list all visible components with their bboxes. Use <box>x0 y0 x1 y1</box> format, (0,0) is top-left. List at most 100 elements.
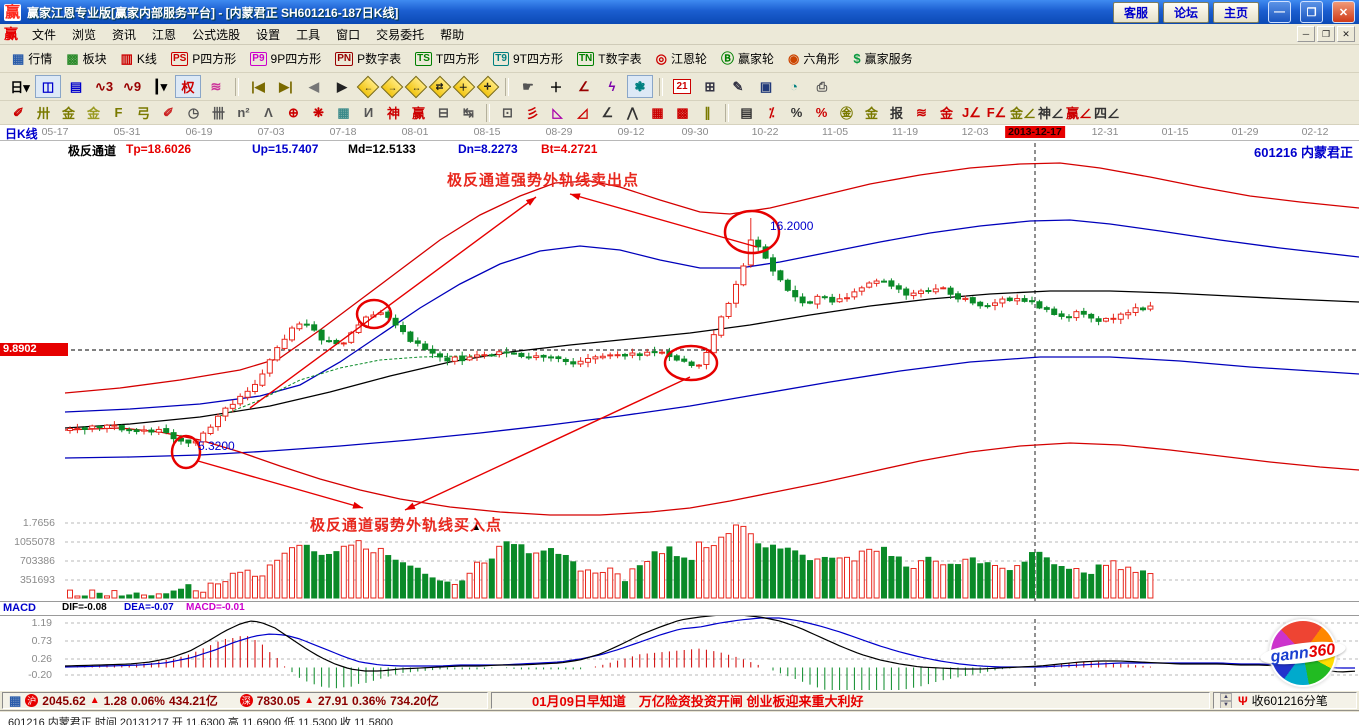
elliott-wave-tool[interactable]: И <box>357 103 380 122</box>
menu-item-帮助[interactable]: 帮助 <box>432 24 472 45</box>
f-angle-tool[interactable]: F∠ <box>985 103 1008 122</box>
drag-hand-button[interactable]: ☛ <box>515 75 541 98</box>
menu-item-公式选股[interactable]: 公式选股 <box>184 24 248 45</box>
web-clock-button[interactable]: ◔ <box>781 75 807 98</box>
ying-grid-tool[interactable]: 赢 <box>407 103 430 122</box>
period-label[interactable]: 日K线 <box>5 125 38 142</box>
grid-ruler-tool[interactable]: 卅 <box>32 103 55 122</box>
red-marker-tool[interactable]: ✐ <box>157 103 180 122</box>
full-view-diamond-button[interactable]: ✛ <box>477 75 500 98</box>
save-button[interactable]: ▣ <box>753 75 779 98</box>
angle-measure-button[interactable]: ∠ <box>571 75 597 98</box>
zoom-out-diamond-button[interactable]: ← <box>357 75 380 98</box>
span-measure-tool[interactable]: ↹ <box>457 103 480 122</box>
red-grid-tool[interactable]: ▦ <box>646 103 669 122</box>
menu-item-设置[interactable]: 设置 <box>248 24 288 45</box>
spiral-tool[interactable]: 弓 <box>132 103 155 122</box>
grid-net-tool[interactable]: ▦ <box>332 103 355 122</box>
print-button[interactable]: ⎙ <box>809 75 835 98</box>
calculator-button[interactable]: ⊞ <box>697 75 723 98</box>
crosshair-button[interactable]: ＋ <box>543 75 569 98</box>
t-number-button[interactable]: TNT数字表 <box>571 48 648 69</box>
compress-horizontal-diamond-button[interactable]: ⇄ <box>429 75 452 98</box>
child-close-button[interactable]: ✕ <box>1337 26 1355 42</box>
circle-cross-tool[interactable]: ⊕ <box>282 103 305 122</box>
first-bar-button[interactable]: |◀ <box>245 75 271 98</box>
parallel-lines-tool[interactable]: ∥ <box>696 103 719 122</box>
gann-box-tool[interactable]: 金 <box>57 103 80 122</box>
feed-spinner[interactable]: ▲▼ <box>1220 693 1232 709</box>
wave-3-button[interactable]: ∿3 <box>91 75 117 98</box>
menu-item-文件[interactable]: 文件 <box>24 24 64 45</box>
gann-square-tool[interactable]: ⊡ <box>496 103 519 122</box>
cross-diamond-button[interactable]: ＋ <box>453 75 476 98</box>
time-cycle-tool[interactable]: ◷ <box>182 103 205 122</box>
macd-pane-label[interactable]: MACD <box>3 602 36 614</box>
polyline-tool-button[interactable]: ϟ <box>599 75 625 98</box>
minimize-button[interactable]: — <box>1268 1 1291 23</box>
period-day-dropdown[interactable]: 日▾ <box>7 75 33 98</box>
marker-pen-tool[interactable]: 报 <box>885 103 908 122</box>
fan-lines-tool[interactable]: 彡 <box>521 103 544 122</box>
child-minimize-button[interactable]: ─ <box>1297 26 1315 42</box>
menu-item-窗口[interactable]: 窗口 <box>328 24 368 45</box>
menu-item-浏览[interactable]: 浏览 <box>64 24 104 45</box>
zigzag-tool[interactable]: ⋀ <box>621 103 644 122</box>
gold-red-tool[interactable]: 金 <box>935 103 958 122</box>
gold-circle-tool[interactable]: ㊎ <box>835 103 858 122</box>
child-restore-button[interactable]: ❐ <box>1317 26 1335 42</box>
square-of-nine-tool[interactable]: n² <box>232 103 255 122</box>
f-grid-tool[interactable]: F <box>107 103 130 122</box>
p-square-button[interactable]: PSP四方形 <box>165 48 242 69</box>
title-link-2[interactable]: 主页 <box>1213 2 1259 23</box>
fan-box-tool[interactable]: ◺ <box>546 103 569 122</box>
volume-profile-button[interactable]: ≋ <box>203 75 229 98</box>
wave-9-button[interactable]: ∿9 <box>119 75 145 98</box>
close-button[interactable]: ✕ <box>1332 1 1355 23</box>
title-link-0[interactable]: 客服 <box>1113 2 1159 23</box>
quotes-grid-icon[interactable]: ▦ <box>9 694 21 708</box>
t9-square-button[interactable]: T99T四方形 <box>487 48 569 69</box>
andrews-fork-tool[interactable]: Ʌ <box>257 103 280 122</box>
news-ticker[interactable]: 01月09日早知道 万亿险资投资开闸 创业板迎来重大利好 <box>532 692 864 709</box>
news-ticker-panel[interactable]: 01月09日早知道 万亿险资投资开闸 创业板迎来重大利好 <box>491 692 1210 709</box>
gann-box2-tool[interactable]: 金 <box>82 103 105 122</box>
winner-wheel-button[interactable]: Ⓑ赢家轮 <box>715 48 780 69</box>
zoom-in-diamond-button[interactable]: → <box>381 75 404 98</box>
stats-column-tool[interactable]: ▤ <box>735 103 758 122</box>
si-angle-tool[interactable]: 四∠ <box>1094 103 1120 122</box>
calendar-button[interactable]: 21 <box>669 75 695 98</box>
gann-wheel-button[interactable]: ◎江恩轮 <box>650 48 713 69</box>
region-tool-button[interactable]: ❃ <box>627 75 653 98</box>
angle-lines-tool[interactable]: ∠ <box>596 103 619 122</box>
wave-band-tool[interactable]: ≋ <box>910 103 933 122</box>
percent-line-tool[interactable]: % <box>810 103 833 122</box>
ruler2-tool[interactable]: 卌 <box>207 103 230 122</box>
restoration-button[interactable]: 权 <box>175 75 201 98</box>
price-grid-tool[interactable]: ⊟ <box>432 103 455 122</box>
j-angle-tool[interactable]: J∠ <box>960 103 983 122</box>
menu-item-工具[interactable]: 工具 <box>288 24 328 45</box>
info-panel-button[interactable]: ▤ <box>63 75 89 98</box>
percent-tool[interactable]: % <box>785 103 808 122</box>
p-number-button[interactable]: PNP数字表 <box>329 48 407 69</box>
kline-button[interactable]: ▥K线 <box>115 48 163 69</box>
menu-item-资讯[interactable]: 资讯 <box>104 24 144 45</box>
menu-item-交易委托[interactable]: 交易委托 <box>368 24 432 45</box>
next-bar-button[interactable]: ▶ <box>329 75 355 98</box>
gold-angle-tool[interactable]: 金∠ <box>1010 103 1036 122</box>
sectors-button[interactable]: ▩板块 <box>60 48 112 69</box>
winner-service-button[interactable]: $赢家服务 <box>847 48 918 69</box>
hexagon-button[interactable]: ◉六角形 <box>782 48 845 69</box>
brush-tool[interactable]: ✐ <box>7 103 30 122</box>
title-link-1[interactable]: 论坛 <box>1163 2 1209 23</box>
shen-angle-tool[interactable]: 神∠ <box>1038 103 1064 122</box>
feed-label[interactable]: 收601216分笔 <box>1252 692 1328 709</box>
candle-style-dropdown[interactable]: ┃▾ <box>147 75 173 98</box>
percent-slash-tool[interactable]: ⁒ <box>760 103 783 122</box>
chart-layout-button[interactable]: ◫ <box>35 75 61 98</box>
memo-button[interactable]: ✎ <box>725 75 751 98</box>
quotes-button[interactable]: ▦行情 <box>6 48 58 69</box>
t-square-button[interactable]: TST四方形 <box>409 48 485 69</box>
ying-angle-tool[interactable]: 赢∠ <box>1066 103 1092 122</box>
